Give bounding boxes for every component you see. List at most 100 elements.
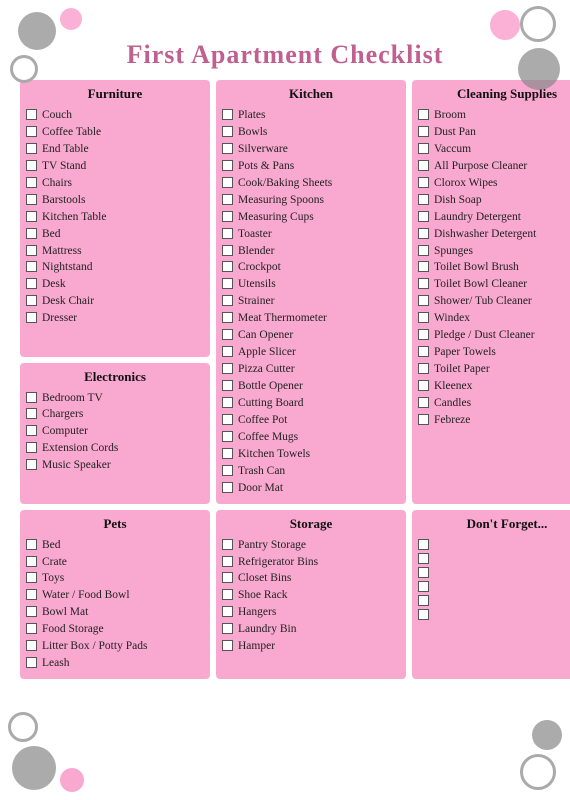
- checkbox[interactable]: [26, 442, 37, 453]
- list-item[interactable]: Closet Bins: [222, 571, 400, 586]
- list-item[interactable]: Extension Cords: [26, 441, 204, 456]
- checkbox[interactable]: [26, 392, 37, 403]
- checkbox[interactable]: [418, 295, 429, 306]
- list-item[interactable]: [418, 538, 570, 550]
- list-item[interactable]: Nightstand: [26, 260, 204, 275]
- list-item[interactable]: Strainer: [222, 294, 400, 309]
- checkbox[interactable]: [418, 177, 429, 188]
- checkbox[interactable]: [418, 346, 429, 357]
- checkbox[interactable]: [26, 177, 37, 188]
- checkbox[interactable]: [418, 329, 429, 340]
- checkbox[interactable]: [222, 482, 233, 493]
- list-item[interactable]: Pizza Cutter: [222, 362, 400, 377]
- list-item[interactable]: Laundry Bin: [222, 622, 400, 637]
- checkbox[interactable]: [418, 228, 429, 239]
- checkbox[interactable]: [222, 431, 233, 442]
- checkbox[interactable]: [418, 553, 429, 564]
- checkbox[interactable]: [418, 363, 429, 374]
- checkbox[interactable]: [418, 609, 429, 620]
- checkbox[interactable]: [222, 380, 233, 391]
- list-item[interactable]: Bed: [26, 227, 204, 242]
- list-item[interactable]: Pantry Storage: [222, 538, 400, 553]
- checkbox[interactable]: [26, 126, 37, 137]
- checkbox[interactable]: [222, 448, 233, 459]
- checkbox[interactable]: [418, 160, 429, 171]
- list-item[interactable]: [418, 566, 570, 578]
- list-item[interactable]: Coffee Table: [26, 125, 204, 140]
- list-item[interactable]: Plates: [222, 108, 400, 123]
- checkbox[interactable]: [26, 160, 37, 171]
- list-item[interactable]: [418, 580, 570, 592]
- list-item[interactable]: Mattress: [26, 244, 204, 259]
- list-item[interactable]: Bed: [26, 538, 204, 553]
- checkbox[interactable]: [222, 572, 233, 583]
- list-item[interactable]: Candles: [418, 396, 570, 411]
- list-item[interactable]: All Purpose Cleaner: [418, 159, 570, 174]
- list-item[interactable]: Measuring Spoons: [222, 193, 400, 208]
- checkbox[interactable]: [222, 606, 233, 617]
- list-item[interactable]: Couch: [26, 108, 204, 123]
- checkbox[interactable]: [222, 295, 233, 306]
- list-item[interactable]: Bottle Opener: [222, 379, 400, 394]
- checkbox[interactable]: [26, 657, 37, 668]
- checkbox[interactable]: [418, 126, 429, 137]
- checkbox[interactable]: [222, 126, 233, 137]
- list-item[interactable]: Cutting Board: [222, 396, 400, 411]
- list-item[interactable]: Kleenex: [418, 379, 570, 394]
- checkbox[interactable]: [26, 312, 37, 323]
- list-item[interactable]: Kitchen Towels: [222, 447, 400, 462]
- checkbox[interactable]: [222, 465, 233, 476]
- checkbox[interactable]: [26, 228, 37, 239]
- list-item[interactable]: Dresser: [26, 311, 204, 326]
- checkbox[interactable]: [26, 245, 37, 256]
- list-item[interactable]: Hangers: [222, 605, 400, 620]
- checkbox[interactable]: [418, 194, 429, 205]
- checkbox[interactable]: [418, 595, 429, 606]
- checkbox[interactable]: [26, 408, 37, 419]
- checkbox[interactable]: [222, 228, 233, 239]
- list-item[interactable]: Toilet Bowl Cleaner: [418, 277, 570, 292]
- checkbox[interactable]: [222, 414, 233, 425]
- checkbox[interactable]: [418, 380, 429, 391]
- list-item[interactable]: Toilet Paper: [418, 362, 570, 377]
- list-item[interactable]: Music Speaker: [26, 458, 204, 473]
- list-item[interactable]: Can Opener: [222, 328, 400, 343]
- checkbox[interactable]: [222, 623, 233, 634]
- list-item[interactable]: Meat Thermometer: [222, 311, 400, 326]
- checkbox[interactable]: [222, 194, 233, 205]
- checkbox[interactable]: [222, 160, 233, 171]
- checkbox[interactable]: [222, 539, 233, 550]
- checkbox[interactable]: [26, 572, 37, 583]
- list-item[interactable]: Broom: [418, 108, 570, 123]
- checkbox[interactable]: [222, 261, 233, 272]
- list-item[interactable]: [418, 594, 570, 606]
- list-item[interactable]: Barstools: [26, 193, 204, 208]
- list-item[interactable]: Desk: [26, 277, 204, 292]
- checkbox[interactable]: [418, 539, 429, 550]
- checkbox[interactable]: [222, 245, 233, 256]
- checkbox[interactable]: [26, 459, 37, 470]
- list-item[interactable]: Desk Chair: [26, 294, 204, 309]
- list-item[interactable]: Crate: [26, 555, 204, 570]
- list-item[interactable]: Leash: [26, 656, 204, 671]
- list-item[interactable]: Crockpot: [222, 260, 400, 275]
- list-item[interactable]: Chairs: [26, 176, 204, 191]
- list-item[interactable]: Water / Food Bowl: [26, 588, 204, 603]
- checkbox[interactable]: [418, 245, 429, 256]
- list-item[interactable]: [418, 608, 570, 620]
- list-item[interactable]: Food Storage: [26, 622, 204, 637]
- checkbox[interactable]: [418, 109, 429, 120]
- checkbox[interactable]: [26, 278, 37, 289]
- list-item[interactable]: Coffee Pot: [222, 413, 400, 428]
- list-item[interactable]: Shower/ Tub Cleaner: [418, 294, 570, 309]
- list-item[interactable]: Coffee Mugs: [222, 430, 400, 445]
- list-item[interactable]: Dishwasher Detergent: [418, 227, 570, 242]
- checkbox[interactable]: [222, 556, 233, 567]
- list-item[interactable]: Utensils: [222, 277, 400, 292]
- checkbox[interactable]: [222, 312, 233, 323]
- checkbox[interactable]: [26, 261, 37, 272]
- list-item[interactable]: Pots & Pans: [222, 159, 400, 174]
- list-item[interactable]: Spunges: [418, 244, 570, 259]
- checkbox[interactable]: [26, 295, 37, 306]
- list-item[interactable]: TV Stand: [26, 159, 204, 174]
